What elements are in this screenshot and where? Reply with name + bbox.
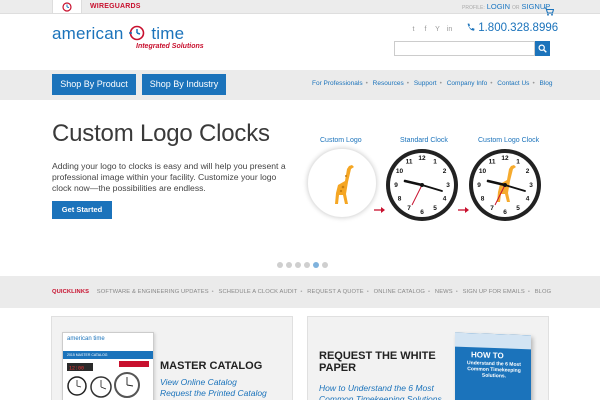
login-link[interactable]: LOGIN: [487, 2, 510, 11]
giraffe-logo-icon: [335, 165, 354, 204]
svg-text:4: 4: [443, 196, 447, 203]
nav-link-professionals[interactable]: For Professionals: [312, 80, 363, 87]
custom-logo-clock-label: Custom Logo Clock: [478, 137, 540, 144]
search-input[interactable]: [394, 41, 535, 56]
logo-subtitle: Integrated Solutions: [136, 43, 204, 50]
svg-text:6: 6: [503, 209, 507, 216]
phone-icon: [467, 23, 475, 31]
catalog-cover-brand: american time: [67, 336, 105, 342]
svg-text:12: 12: [501, 155, 509, 162]
social-links: t f Y in: [410, 26, 453, 33]
request-printed-catalog-link[interactable]: Request the Printed Catalog: [160, 388, 267, 398]
youtube-icon[interactable]: Y: [434, 26, 441, 33]
phone-text: 1.800.328.8996: [478, 22, 559, 34]
custom-logo-label: Custom Logo: [320, 137, 362, 144]
master-catalog-title: MASTER CATALOG: [160, 360, 263, 372]
slider-dot[interactable]: [304, 262, 310, 268]
quicklink-blog[interactable]: BLOG: [535, 289, 552, 295]
svg-text:5: 5: [516, 205, 520, 212]
facebook-icon[interactable]: f: [422, 26, 429, 33]
arrow-right-icon: [458, 207, 469, 213]
svg-text:10: 10: [479, 168, 487, 175]
arrow-right-icon: [374, 207, 385, 213]
quicklinks-heading: QUICKLINKS: [52, 289, 90, 295]
svg-text:5: 5: [433, 205, 437, 212]
clock-logo-icon: [129, 25, 145, 41]
white-paper-title: REQUEST THE WHITE PAPER: [319, 350, 436, 374]
catalog-cover-image[interactable]: american time 2015 MASTER CATALOG 12:00: [62, 332, 154, 400]
phone-number[interactable]: 1.800.328.8996: [466, 22, 558, 34]
view-online-catalog-link[interactable]: View Online Catalog: [160, 377, 237, 387]
svg-text:9: 9: [394, 182, 398, 189]
svg-text:7: 7: [490, 205, 494, 212]
slider-dot[interactable]: [277, 262, 283, 268]
quicklink-emails[interactable]: SIGN UP FOR EMAILS: [463, 289, 525, 295]
svg-text:3: 3: [446, 182, 450, 189]
shop-by-industry-button[interactable]: Shop By Industry: [142, 74, 226, 95]
quicklink-request-quote[interactable]: REQUEST A QUOTE: [307, 289, 363, 295]
white-paper-cover-image[interactable]: HOW TO Understand the 6 Most Common Time…: [455, 332, 531, 400]
search-button[interactable]: [535, 41, 550, 56]
slider-dot[interactable]: [313, 262, 319, 268]
get-started-button[interactable]: Get Started: [52, 201, 112, 219]
profile-label: PROFILE:: [462, 5, 485, 11]
site-logo[interactable]: american time Integrated Solutions: [52, 24, 212, 56]
svg-text:12: 12: [418, 155, 426, 162]
nav-link-company-info[interactable]: Company Info: [447, 80, 487, 87]
linkedin-icon[interactable]: in: [446, 26, 453, 33]
standard-clock-label: Standard Clock: [400, 137, 448, 144]
white-paper-cover-heading: HOW TO: [471, 350, 504, 361]
nav-link-resources[interactable]: Resources: [373, 80, 404, 87]
nav-link-blog[interactable]: Blog: [540, 80, 553, 87]
custom-logo-clock-image: 12 12 3 45 6 78 9 1011: [469, 149, 541, 221]
quicklink-online-catalog[interactable]: ONLINE CATALOG: [374, 289, 425, 295]
logo-wordmark: american time: [52, 24, 185, 43]
white-paper-link[interactable]: How to Understand the 6 Most Common Time…: [319, 383, 449, 400]
nav-link-support[interactable]: Support: [414, 80, 437, 87]
catalog-cover-band: 2015 MASTER CATALOG: [63, 351, 153, 359]
or-label: OR: [512, 5, 520, 11]
secondary-nav: For Professionals • Resources • Support • C…: [312, 80, 553, 87]
svg-text:9: 9: [477, 182, 481, 189]
svg-text:11: 11: [489, 159, 496, 166]
svg-text:8: 8: [481, 196, 485, 203]
svg-text:4: 4: [526, 196, 530, 203]
hero-description: Adding your logo to clocks is easy and w…: [52, 161, 286, 193]
white-paper-cover-subtitle: Understand the 6 Most Common Timekeeping…: [467, 360, 521, 380]
nav-link-contact-us[interactable]: Contact Us: [497, 80, 529, 87]
search-icon: [538, 44, 547, 53]
quicklink-news[interactable]: NEWS: [435, 289, 453, 295]
svg-text:12:00: 12:00: [69, 366, 84, 372]
wireguards-tab[interactable]: WIREGUARDS: [82, 0, 149, 14]
american-time-logo-icon: [62, 1, 72, 12]
cart-icon[interactable]: [544, 3, 555, 21]
svg-text:7: 7: [407, 205, 411, 212]
quicklink-clock-audit[interactable]: SCHEDULE A CLOCK AUDIT: [219, 289, 298, 295]
quicklinks: QUICKLINKS SOFTWARE & ENGINEERING UPDATE…: [52, 289, 552, 295]
svg-text:3: 3: [529, 182, 533, 189]
shop-by-product-button[interactable]: Shop By Product: [52, 74, 136, 95]
quicklink-software-updates[interactable]: SOFTWARE & ENGINEERING UPDATES: [97, 289, 209, 295]
svg-text:2: 2: [526, 168, 530, 175]
svg-text:1: 1: [433, 159, 437, 166]
twitter-icon[interactable]: t: [410, 26, 417, 33]
custom-logo-circle: [307, 148, 377, 218]
hero-title: Custom Logo Clocks: [52, 120, 270, 147]
slider-pagination: [277, 262, 328, 268]
svg-text:11: 11: [406, 159, 413, 166]
svg-text:6: 6: [420, 209, 424, 216]
svg-text:1: 1: [516, 159, 520, 166]
slider-dot[interactable]: [295, 262, 301, 268]
svg-text:2: 2: [443, 168, 447, 175]
svg-text:8: 8: [398, 196, 402, 203]
account-links: PROFILE: LOGIN OR SIGNUP: [462, 0, 550, 14]
catalog-products-image: 12:00: [67, 361, 149, 398]
american-time-tab[interactable]: [52, 0, 82, 14]
svg-text:10: 10: [396, 168, 404, 175]
slider-dot[interactable]: [286, 262, 292, 268]
slider-dot[interactable]: [322, 262, 328, 268]
standard-clock-image: 12 12 3 45 6 78 9 1011: [386, 149, 458, 221]
